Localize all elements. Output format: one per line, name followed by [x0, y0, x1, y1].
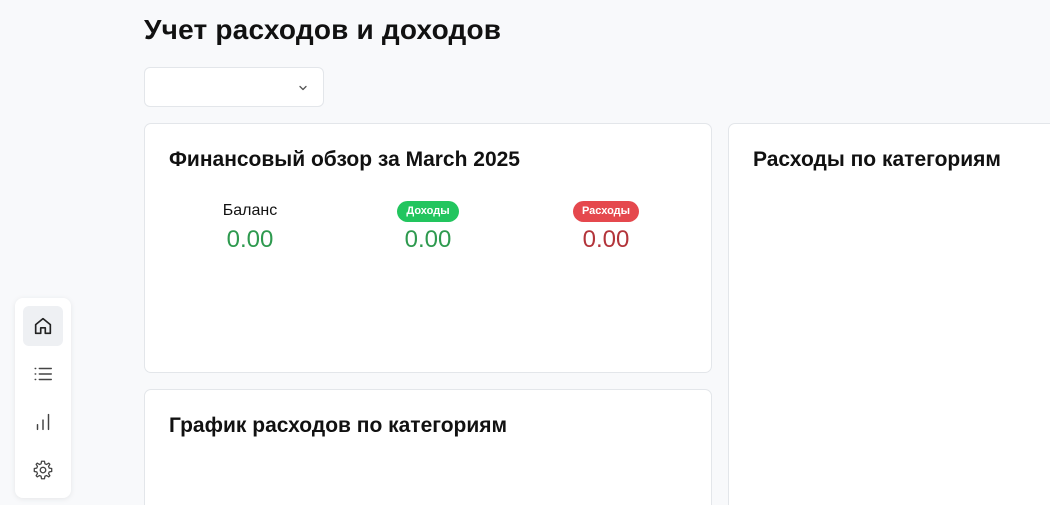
period-select[interactable] — [144, 67, 324, 107]
expense-chart-card: График расходов по категориям — [144, 389, 712, 505]
side-navigation — [15, 298, 71, 498]
income-value: 0.00 — [404, 226, 452, 253]
balance-value: 0.00 — [226, 226, 274, 253]
home-icon — [34, 317, 52, 335]
income-stat: Доходы 0.00 — [353, 200, 503, 255]
expense-stat: Расходы 0.00 — [531, 200, 681, 255]
nav-home[interactable] — [23, 306, 63, 346]
nav-list[interactable] — [23, 354, 63, 394]
bar-chart-icon — [36, 413, 50, 431]
list-icon — [34, 367, 52, 381]
expense-value: 0.00 — [582, 226, 630, 253]
app-page: Учет расходов и доходов Финансовый обзор… — [0, 0, 1050, 505]
financial-overview-card: Финансовый обзор за March 2025 Баланс 0.… — [144, 123, 712, 373]
gear-icon — [33, 460, 53, 480]
overview-title: Финансовый обзор за March 2025 — [169, 148, 520, 171]
balance-stat: Баланс 0.00 — [175, 200, 325, 255]
nav-settings[interactable] — [23, 450, 63, 490]
chart-title: График расходов по категориям — [169, 414, 508, 437]
income-badge: Доходы — [397, 201, 459, 222]
expenses-by-category-card: Расходы по категориям — [728, 123, 1050, 505]
categories-title: Расходы по категориям — [753, 148, 1001, 171]
expense-badge: Расходы — [572, 201, 640, 222]
page-title: Учет расходов и доходов — [144, 14, 502, 45]
balance-label: Баланс — [222, 202, 278, 219]
nav-statistics[interactable] — [23, 402, 63, 442]
chevron-down-icon — [299, 85, 307, 91]
